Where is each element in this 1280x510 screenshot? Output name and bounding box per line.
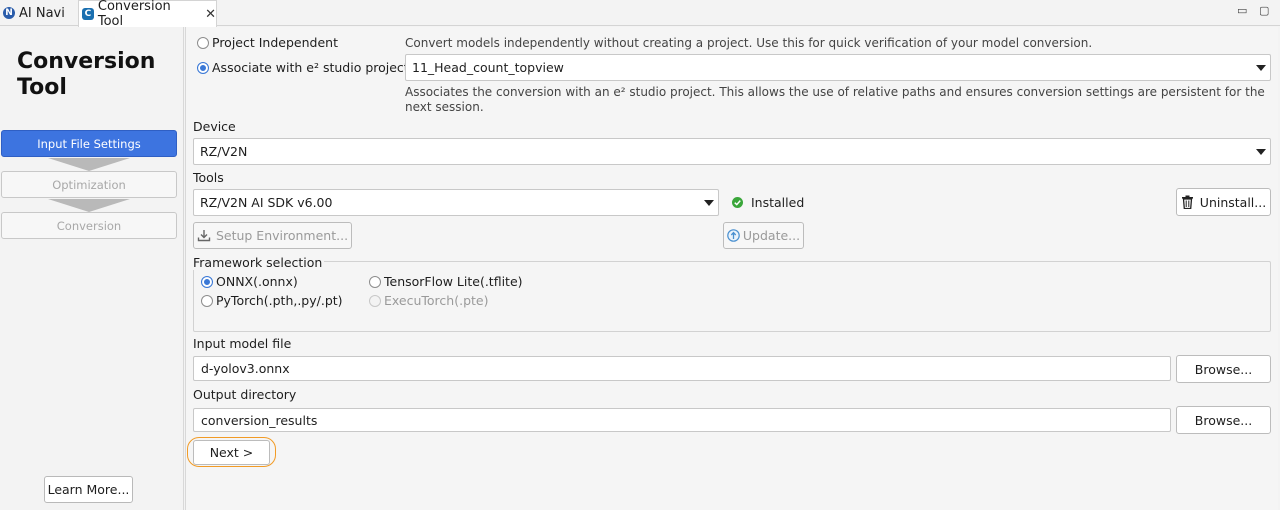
tools-select-value: RZ/V2N AI SDK v6.00: [200, 195, 333, 210]
download-icon: [197, 230, 211, 242]
conversion-tool-icon: C: [82, 8, 94, 20]
input-model-label: Input model file: [193, 336, 292, 351]
learn-more-button[interactable]: Learn More...: [44, 476, 133, 503]
framework-option-label: TensorFlow Lite(.tflite): [384, 274, 523, 289]
tab-label: Conversion Tool: [97, 0, 171, 29]
associate-project-label: Associate with e² studio project:: [212, 60, 413, 75]
associate-project-radio[interactable]: [197, 61, 209, 74]
device-select[interactable]: RZ/V2N: [193, 138, 1271, 165]
tools-status: Installed: [732, 195, 804, 210]
sidebar: Conversion Tool Input File Settings Opti…: [0, 27, 184, 510]
tools-status-text: Installed: [751, 195, 805, 210]
tools-label: Tools: [193, 170, 224, 185]
tools-select[interactable]: RZ/V2N AI SDK v6.00: [193, 189, 719, 216]
browse-input-button[interactable]: Browse...: [1176, 355, 1271, 383]
framework-option-onnx[interactable]: ONNX(.onnx): [201, 274, 298, 289]
input-model-value: d-yolov3.onnx: [201, 361, 290, 376]
page-title: Conversion Tool: [17, 49, 156, 100]
browse-output-button[interactable]: Browse...: [1176, 406, 1271, 434]
uninstall-button-label: Uninstall...: [1199, 194, 1267, 210]
project-independent-option[interactable]: Project Independent: [197, 35, 338, 50]
setup-environment-button[interactable]: Setup Environment...: [193, 222, 352, 249]
step-optimization: Optimization: [1, 171, 177, 198]
ai-navi-icon: N: [3, 7, 15, 19]
framework-option-label: ONNX(.onnx): [216, 274, 298, 289]
tab-label: AI Navi: [19, 5, 65, 21]
minimize-icon[interactable]: ▭: [1237, 4, 1247, 17]
project-independent-label: Project Independent: [212, 35, 338, 50]
framework-option-label: PyTorch(.pth,.py/.pt): [216, 293, 343, 308]
update-button[interactable]: Update...: [723, 222, 804, 249]
trash-icon: [1181, 195, 1193, 209]
setup-environment-label: Setup Environment...: [215, 228, 349, 243]
chevron-down-icon: [1256, 64, 1266, 71]
settings-form: Project Independent Convert models indep…: [185, 27, 1278, 510]
device-label: Device: [193, 119, 236, 134]
input-model-field[interactable]: d-yolov3.onnx: [193, 356, 1171, 381]
output-directory-label: Output directory: [193, 387, 297, 402]
framework-radio[interactable]: [201, 294, 213, 307]
uninstall-button[interactable]: Uninstall...: [1176, 188, 1271, 216]
output-directory-field[interactable]: conversion_results: [193, 408, 1171, 432]
update-icon: [727, 229, 740, 242]
project-select[interactable]: 11_Head_count_topview: [405, 54, 1271, 81]
update-button-label: Update...: [742, 228, 801, 243]
maximize-icon[interactable]: ▢: [1259, 4, 1269, 17]
framework-option-tflite[interactable]: TensorFlow Lite(.tflite): [369, 274, 523, 289]
editor-tab-bar: N AI Navi C Conversion Tool ✕ ▭ ▢: [0, 0, 1280, 29]
framework-selection-group: [193, 261, 1271, 332]
project-independent-description: Convert models independently without cre…: [405, 36, 1093, 50]
framework-option-pytorch[interactable]: PyTorch(.pth,.py/.pt): [201, 293, 343, 308]
associate-project-description: Associates the conversion with an e² stu…: [405, 85, 1265, 114]
framework-radio: [369, 294, 381, 307]
framework-option-executorch: ExecuTorch(.pte): [369, 293, 488, 308]
step-conversion: Conversion: [1, 212, 177, 239]
associate-project-option[interactable]: Associate with e² studio project:: [197, 60, 413, 75]
project-independent-radio[interactable]: [197, 36, 209, 49]
project-select-value: 11_Head_count_topview: [412, 60, 564, 75]
device-select-value: RZ/V2N: [200, 144, 248, 159]
framework-radio[interactable]: [369, 275, 381, 288]
framework-radio[interactable]: [201, 275, 213, 288]
next-button[interactable]: Next >: [193, 440, 270, 465]
framework-selection-label: Framework selection: [193, 255, 325, 270]
tab-conversion-tool[interactable]: C Conversion Tool ✕: [78, 0, 217, 29]
step-input-file-settings[interactable]: Input File Settings: [1, 130, 177, 157]
chevron-down-icon: [1256, 148, 1266, 155]
chevron-down-icon: [704, 199, 714, 206]
tab-ai-navi[interactable]: N AI Navi: [0, 0, 76, 26]
check-circle-icon: [732, 197, 743, 208]
close-icon[interactable]: ✕: [205, 7, 216, 22]
step-arrow: [48, 158, 130, 171]
step-arrow: [48, 199, 130, 212]
framework-option-label: ExecuTorch(.pte): [384, 293, 489, 308]
output-directory-value: conversion_results: [201, 412, 318, 428]
